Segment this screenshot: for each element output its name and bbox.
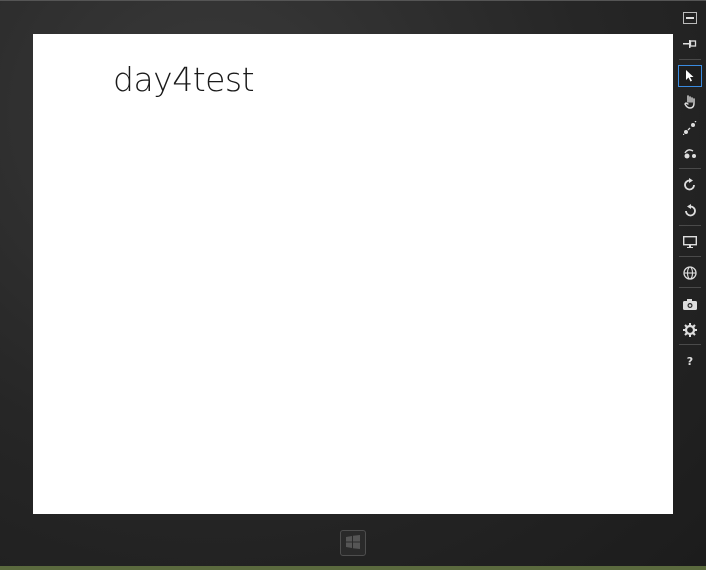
app-screen[interactable]: day4test — [33, 34, 673, 514]
screenshot-button[interactable] — [678, 293, 702, 315]
mouse-mode-button[interactable] — [678, 65, 702, 87]
rotation-touch-icon — [683, 148, 697, 160]
gear-icon — [683, 323, 697, 337]
camera-icon — [683, 298, 697, 310]
minimize-button[interactable] — [678, 7, 702, 29]
rotate-clockwise-icon — [683, 178, 697, 192]
toolbar-separator — [679, 168, 701, 169]
toolbar-separator — [679, 225, 701, 226]
minimize-icon — [683, 12, 697, 24]
network-settings-button[interactable] — [678, 319, 702, 341]
windows-button[interactable] — [340, 530, 366, 556]
monitor-icon — [683, 236, 697, 248]
basic-touch-mode-button[interactable] — [678, 91, 702, 113]
windows-logo-icon — [346, 534, 360, 553]
toolbar-separator — [679, 344, 701, 345]
change-resolution-button[interactable] — [678, 231, 702, 253]
bottom-edge — [0, 566, 706, 570]
simulator-frame: day4test ? — [0, 0, 706, 566]
toolbar-separator — [679, 256, 701, 257]
simulator-toolbar: ? — [677, 5, 703, 375]
rotate-clockwise-button[interactable] — [678, 174, 702, 196]
pinch-icon — [683, 121, 697, 135]
toolbar-separator — [679, 59, 701, 60]
help-button[interactable]: ? — [678, 350, 702, 372]
set-location-button[interactable] — [678, 262, 702, 284]
pin-icon — [683, 39, 697, 49]
always-on-top-button[interactable] — [678, 33, 702, 55]
globe-icon — [683, 266, 697, 280]
rotation-touch-mode-button[interactable] — [678, 143, 702, 165]
toolbar-separator — [679, 287, 701, 288]
rotate-counterclockwise-icon — [683, 204, 697, 218]
mouse-pointer-icon — [685, 70, 695, 82]
page-title: day4test — [113, 60, 255, 99]
rotate-counterclockwise-button[interactable] — [678, 200, 702, 222]
pinch-zoom-button[interactable] — [678, 117, 702, 139]
help-icon: ? — [686, 354, 694, 368]
hand-icon — [683, 95, 697, 109]
